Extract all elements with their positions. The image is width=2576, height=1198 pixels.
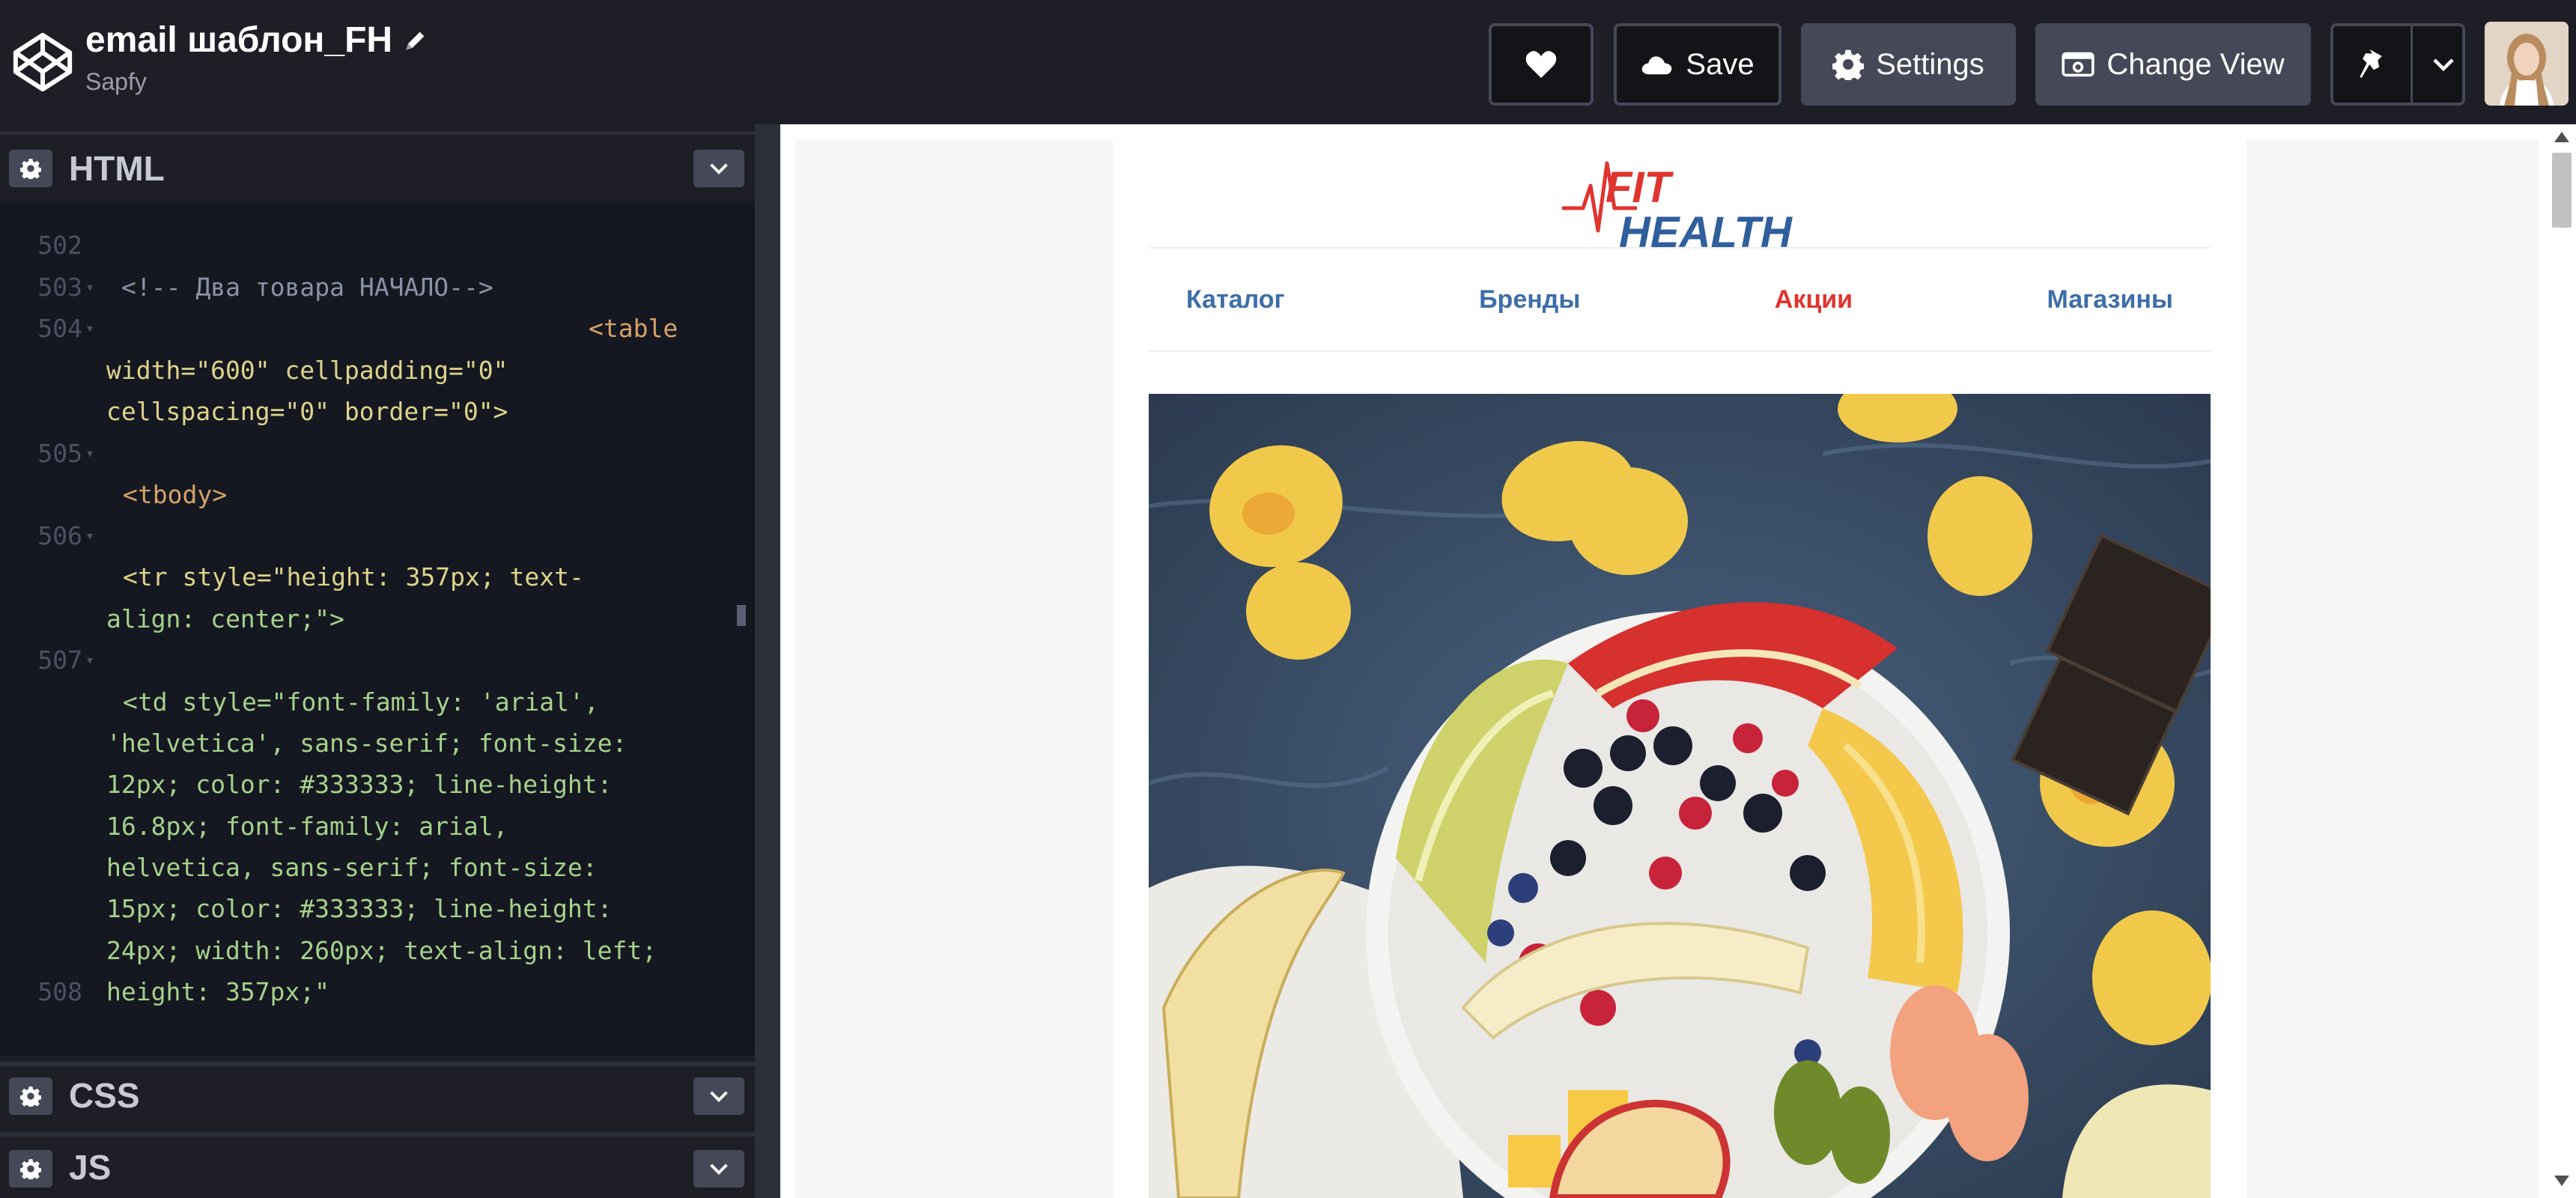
- code-td-line-2: 'helvetica', sans-serif; font-size:: [106, 729, 628, 758]
- nav-link-stores[interactable]: Магазины: [2047, 285, 2173, 314]
- css-panel-dropdown[interactable]: [693, 1077, 744, 1115]
- cloud-icon: [1642, 56, 1672, 75]
- brand-health-text: HEALTH: [1619, 208, 1793, 253]
- line-number: 508: [37, 977, 82, 1006]
- js-panel-dropdown[interactable]: [693, 1150, 744, 1188]
- line-number: 504: [37, 314, 82, 343]
- js-panel-header[interactable]: JS: [0, 1132, 755, 1198]
- nav-link-catalog[interactable]: Каталог: [1186, 285, 1285, 314]
- pin-icon: [2360, 49, 2382, 79]
- js-panel-title: JS: [69, 1148, 112, 1187]
- css-panel-title: CSS: [69, 1076, 140, 1115]
- nav-link-brands[interactable]: Бренды: [1479, 285, 1580, 314]
- email-template: FIT HEALTH Каталог Бренды Акции Магазины: [1113, 139, 2247, 1198]
- code-td-line-7: 24px; width: 260px; text-align: left;: [106, 936, 657, 965]
- layout-view-icon: [2062, 52, 2094, 77]
- code-tr-line-2: align: center;">: [106, 604, 344, 633]
- chevron-down-icon: [710, 1091, 728, 1102]
- fit-health-logo[interactable]: FIT HEALTH: [1562, 156, 1802, 253]
- preview-canvas: FIT HEALTH Каталог Бренды Акции Магазины: [795, 139, 2539, 1198]
- js-settings-button[interactable]: [9, 1150, 52, 1188]
- code-td-line-6: 15px; color: #333333; line-height:: [106, 894, 613, 923]
- html-panel-dropdown[interactable]: [693, 150, 744, 187]
- html-settings-button[interactable]: [9, 150, 52, 187]
- fold-arrow-icon[interactable]: ▾: [85, 433, 94, 475]
- pencil-icon[interactable]: [403, 28, 428, 53]
- scroll-down-arrow-icon[interactable]: [2554, 1176, 2569, 1186]
- editor-column: HTML 502 503 ▾ 504 ▾ 505 ▾ 506 ▾ 507 ▾ 5…: [0, 124, 755, 1198]
- code-td-line-1: <td style="font-family: 'arial',: [123, 687, 599, 717]
- gear-icon: [1832, 49, 1865, 80]
- chevron-down-icon: [710, 1164, 728, 1175]
- pen-title-block: email шаблон_FH Sapfy: [85, 19, 428, 96]
- codepen-logo-icon[interactable]: [10, 30, 75, 94]
- resize-divider[interactable]: [755, 124, 780, 1198]
- settings-button[interactable]: Settings: [1801, 23, 2016, 106]
- line-number: 507: [37, 645, 82, 675]
- fold-arrow-icon[interactable]: ▾: [85, 515, 94, 557]
- line-number: 506: [37, 521, 82, 550]
- css-panel-header[interactable]: CSS: [0, 1062, 755, 1122]
- fold-arrow-icon[interactable]: ▾: [85, 308, 94, 350]
- change-view-label: Change View: [2106, 47, 2285, 81]
- pen-title-text: email шаблон_FH: [85, 20, 393, 60]
- scroll-up-arrow-icon[interactable]: [2554, 132, 2569, 142]
- pin-dropdown-button[interactable]: [2425, 26, 2462, 103]
- code-comment: <!-- Два товара НАЧАЛО-->: [121, 273, 493, 302]
- line-number: 502: [37, 231, 82, 260]
- chevron-down-icon: [2433, 58, 2454, 72]
- gear-icon: [20, 159, 41, 179]
- scrollbar-thumb[interactable]: [2552, 153, 2572, 228]
- code-table-attrs-1: width="600" cellpadding="0": [106, 356, 508, 385]
- fold-arrow-icon[interactable]: ▾: [85, 639, 94, 681]
- code-tr-line-1: <tr style="height: 357px; text-: [123, 562, 584, 592]
- save-button[interactable]: Save: [1614, 23, 1781, 106]
- code-td-line-5: helvetica, sans-serif; font-size:: [106, 853, 598, 882]
- email-nav: Каталог Бренды Акции Магазины: [1149, 247, 2211, 352]
- html-panel-title: HTML: [69, 149, 165, 188]
- html-code-editor[interactable]: 502 503 ▾ 504 ▾ 505 ▾ 506 ▾ 507 ▾ 508 <!…: [0, 201, 755, 1056]
- settings-label: Settings: [1876, 47, 1984, 81]
- line-number: 505: [37, 439, 82, 468]
- hero-fruit-image: [1149, 394, 2211, 1198]
- avatar-portrait: [2485, 22, 2569, 106]
- pen-title[interactable]: email шаблон_FH: [85, 19, 428, 61]
- code-td-line-8: height: 357px;": [106, 977, 330, 1006]
- css-settings-button[interactable]: [9, 1077, 52, 1115]
- heart-icon: [1525, 51, 1557, 79]
- nav-link-sale[interactable]: Акции: [1775, 285, 1853, 314]
- gear-icon: [20, 1086, 41, 1107]
- change-view-button[interactable]: Change View: [2035, 23, 2311, 106]
- result-preview: FIT HEALTH Каталог Бренды Акции Магазины: [780, 124, 2576, 1198]
- html-panel-header: HTML: [0, 132, 755, 199]
- user-avatar[interactable]: [2485, 22, 2569, 106]
- gear-icon: [20, 1159, 41, 1179]
- preview-scrollbar[interactable]: [2548, 124, 2576, 1198]
- code-table-attrs-2: cellspacing="0" border="0">: [106, 397, 508, 426]
- pen-author[interactable]: Sapfy: [85, 68, 428, 96]
- code-td-line-4: 16.8px; font-family: arial,: [106, 812, 508, 841]
- love-button[interactable]: [1489, 23, 1594, 106]
- brand-fit-text: FIT: [1606, 163, 1674, 212]
- top-bar: email шаблон_FH Sapfy Save Settings Chan…: [0, 0, 2576, 124]
- pin-button-group: [2330, 23, 2465, 106]
- line-number: 503: [37, 273, 82, 302]
- editor-scroll-marker[interactable]: [737, 605, 746, 626]
- chevron-down-icon: [710, 163, 728, 174]
- code-table-tag: <table: [589, 314, 678, 343]
- pin-button[interactable]: [2333, 26, 2414, 103]
- fold-arrow-icon[interactable]: ▾: [85, 267, 94, 308]
- save-label: Save: [1686, 47, 1755, 81]
- code-tbody-tag: <tbody>: [123, 480, 228, 509]
- code-td-line-3: 12px; color: #333333; line-height:: [106, 770, 613, 799]
